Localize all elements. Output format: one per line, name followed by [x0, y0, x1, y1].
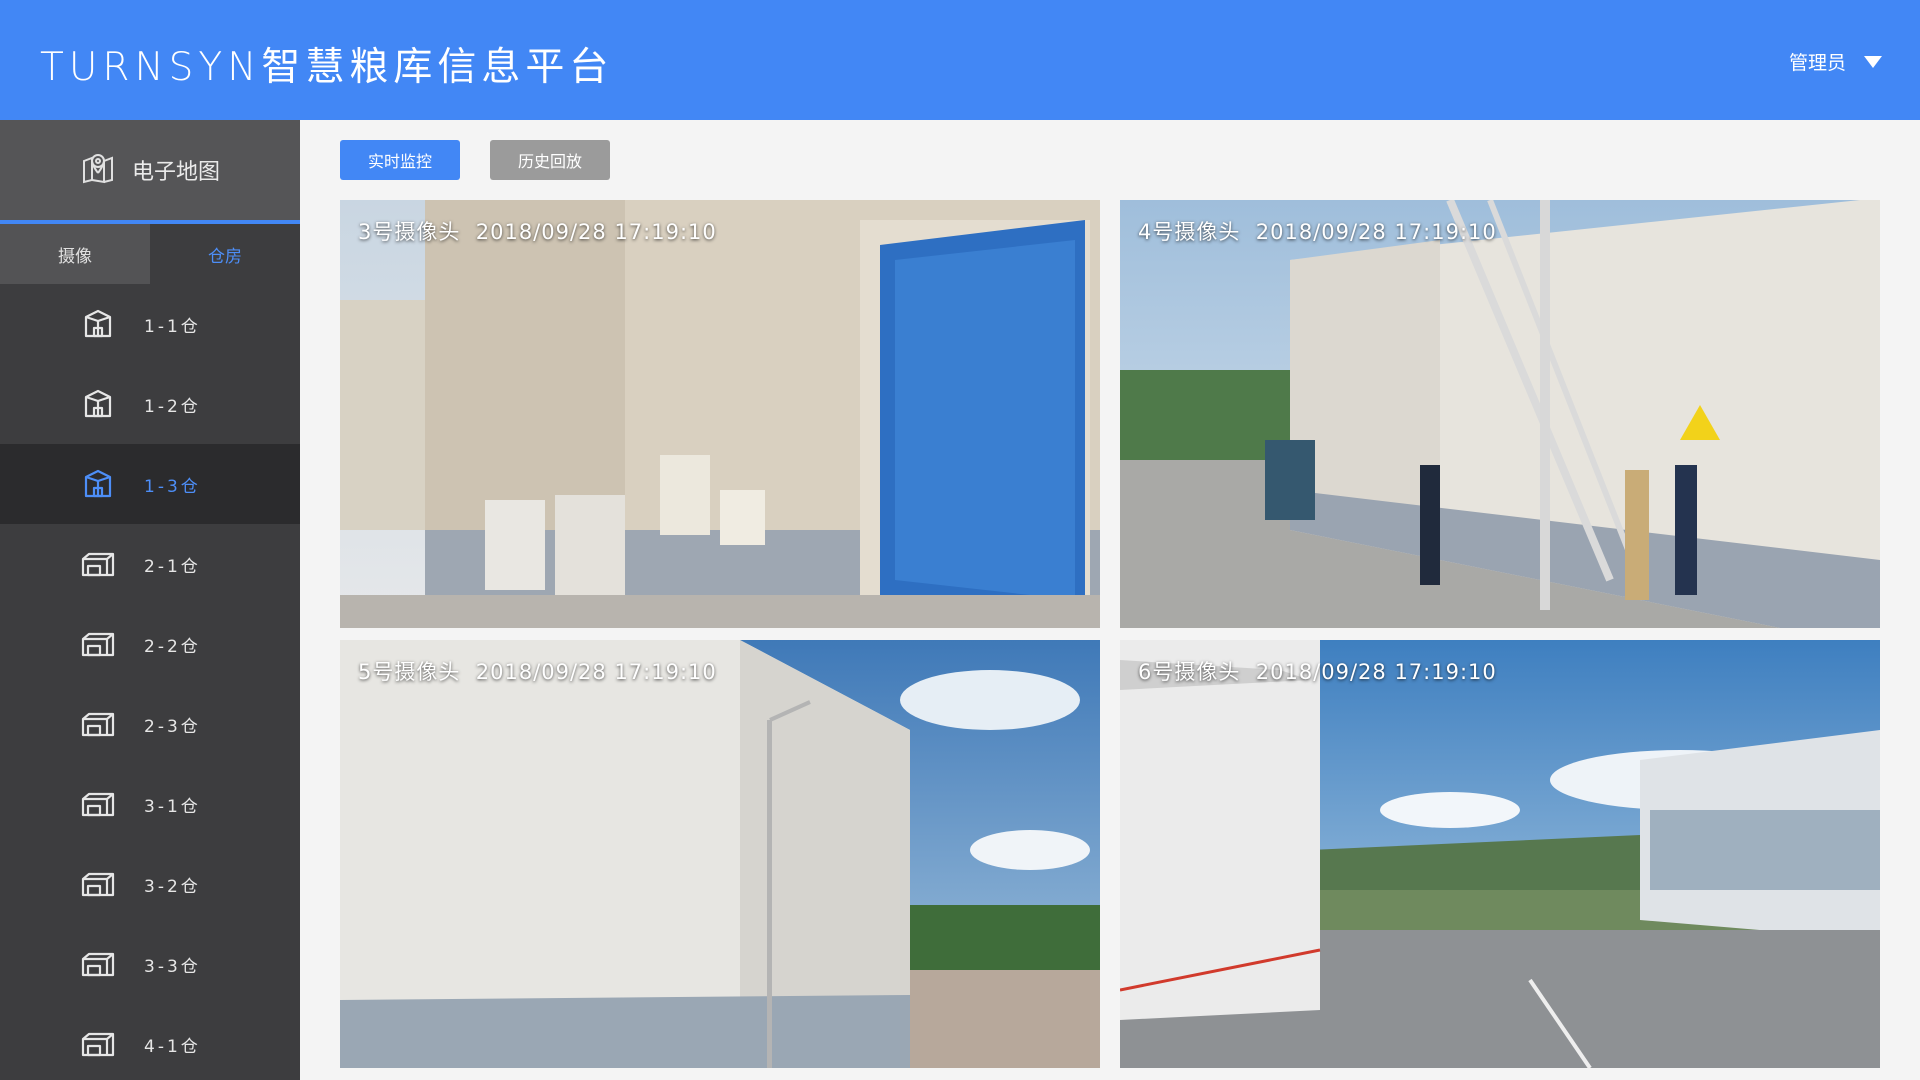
- user-menu[interactable]: 管理员: [1789, 48, 1882, 75]
- camera-caption: 6号摄像头 2018/09/28 17:19:10: [1138, 656, 1497, 686]
- warehouse-item[interactable]: 4-1仓: [0, 1004, 300, 1080]
- camera-name: 4号摄像头: [1138, 220, 1241, 244]
- camera-timestamp: 2018/09/28 17:19:10: [475, 660, 717, 684]
- warehouse-item[interactable]: 1-2仓: [0, 364, 300, 444]
- warehouse-label: 1-3仓: [144, 476, 201, 497]
- camera-feed-5[interactable]: 5号摄像头 2018/09/28 17:19:10: [340, 640, 1100, 1068]
- warehouse-wide-icon: [80, 786, 116, 822]
- sidebar-tabs: 摄像 仓房: [0, 224, 300, 284]
- camera-timestamp: 2018/09/28 17:19:10: [475, 220, 717, 244]
- warehouse-item[interactable]: 2-3仓: [0, 684, 300, 764]
- camera-name: 3号摄像头: [358, 220, 461, 244]
- warehouse-wide-icon: [80, 546, 116, 582]
- camera-feed-3[interactable]: 3号摄像头 2018/09/28 17:19:10: [340, 200, 1100, 628]
- warehouse-label: 3-2仓: [144, 876, 201, 897]
- warehouse-wide-icon: [80, 1026, 116, 1062]
- warehouse-wide-icon: [80, 946, 116, 982]
- camera-caption: 3号摄像头 2018/09/28 17:19:10: [358, 216, 717, 246]
- warehouse-label: 2-1仓: [144, 556, 201, 577]
- camera-feed-6[interactable]: 6号摄像头 2018/09/28 17:19:10: [1120, 640, 1880, 1068]
- warehouse-label: 1-2仓: [144, 396, 201, 417]
- tab-camera[interactable]: 摄像: [0, 224, 150, 284]
- user-name: 管理员: [1788, 52, 1846, 74]
- warehouse-item[interactable]: 3-2仓: [0, 844, 300, 924]
- camera-3-scene: [340, 200, 1100, 628]
- top-header: TURNSYN智慧粮库信息平台 管理员: [0, 0, 1920, 120]
- app-title: TURNSYN智慧粮库信息平台: [40, 45, 614, 90]
- camera-caption: 5号摄像头 2018/09/28 17:19:10: [358, 656, 717, 686]
- camera-6-scene: [1120, 640, 1880, 1068]
- camera-name: 5号摄像头: [358, 660, 461, 684]
- warehouse-wide-icon: [80, 706, 116, 742]
- warehouse-label: 1-1仓: [144, 316, 201, 337]
- camera-caption: 4号摄像头 2018/09/28 17:19:10: [1138, 216, 1497, 246]
- warehouse-item[interactable]: 2-2仓: [0, 604, 300, 684]
- warehouse-label: 2-2仓: [144, 636, 201, 657]
- warehouse-label: 2-3仓: [144, 716, 201, 737]
- map-pin-icon: [80, 149, 116, 191]
- warehouse-item[interactable]: 3-1仓: [0, 764, 300, 844]
- camera-timestamp: 2018/09/28 17:19:10: [1255, 660, 1497, 684]
- warehouse-item[interactable]: 1-3仓: [0, 444, 300, 524]
- map-label: 电子地图: [131, 160, 220, 185]
- warehouse-icon: [80, 466, 116, 502]
- history-playback-button[interactable]: 历史回放: [490, 140, 610, 180]
- caret-down-icon: [1864, 55, 1882, 68]
- warehouse-label: 3-3仓: [144, 956, 201, 977]
- camera-name: 6号摄像头: [1138, 660, 1241, 684]
- warehouse-item[interactable]: 1-1仓: [0, 284, 300, 364]
- warehouse-wide-icon: [80, 866, 116, 902]
- live-monitor-button[interactable]: 实时监控: [340, 140, 460, 180]
- warehouse-icon: [80, 386, 116, 422]
- camera-5-scene: [340, 640, 1100, 1068]
- camera-timestamp: 2018/09/28 17:19:10: [1255, 220, 1497, 244]
- warehouse-label: 3-1仓: [144, 796, 201, 817]
- warehouse-wide-icon: [80, 626, 116, 662]
- camera-feed-4[interactable]: 4号摄像头 2018/09/28 17:19:10: [1120, 200, 1880, 628]
- warehouse-item[interactable]: 2-1仓: [0, 524, 300, 604]
- tab-warehouse[interactable]: 仓房: [150, 224, 300, 284]
- warehouse-label: 4-1仓: [144, 1036, 201, 1057]
- warehouse-icon: [80, 306, 116, 342]
- main-content: 实时监控 历史回放 3号摄像头 2018/09/28 17:19:10 4号摄像…: [300, 120, 1920, 1080]
- warehouse-item[interactable]: 3-3仓: [0, 924, 300, 1004]
- sidebar: 电子地图 摄像 仓房 1-1仓 1-2仓 1-3仓 2-1仓 2-2仓 2-3仓 3-1仓 3…: [0, 120, 300, 1080]
- electronic-map-link[interactable]: 电子地图: [0, 120, 300, 220]
- camera-4-scene: [1120, 200, 1880, 628]
- warehouse-list: 1-1仓 1-2仓 1-3仓 2-1仓 2-2仓 2-3仓 3-1仓 3-2仓 3-3仓 4-1仓: [0, 284, 300, 1080]
